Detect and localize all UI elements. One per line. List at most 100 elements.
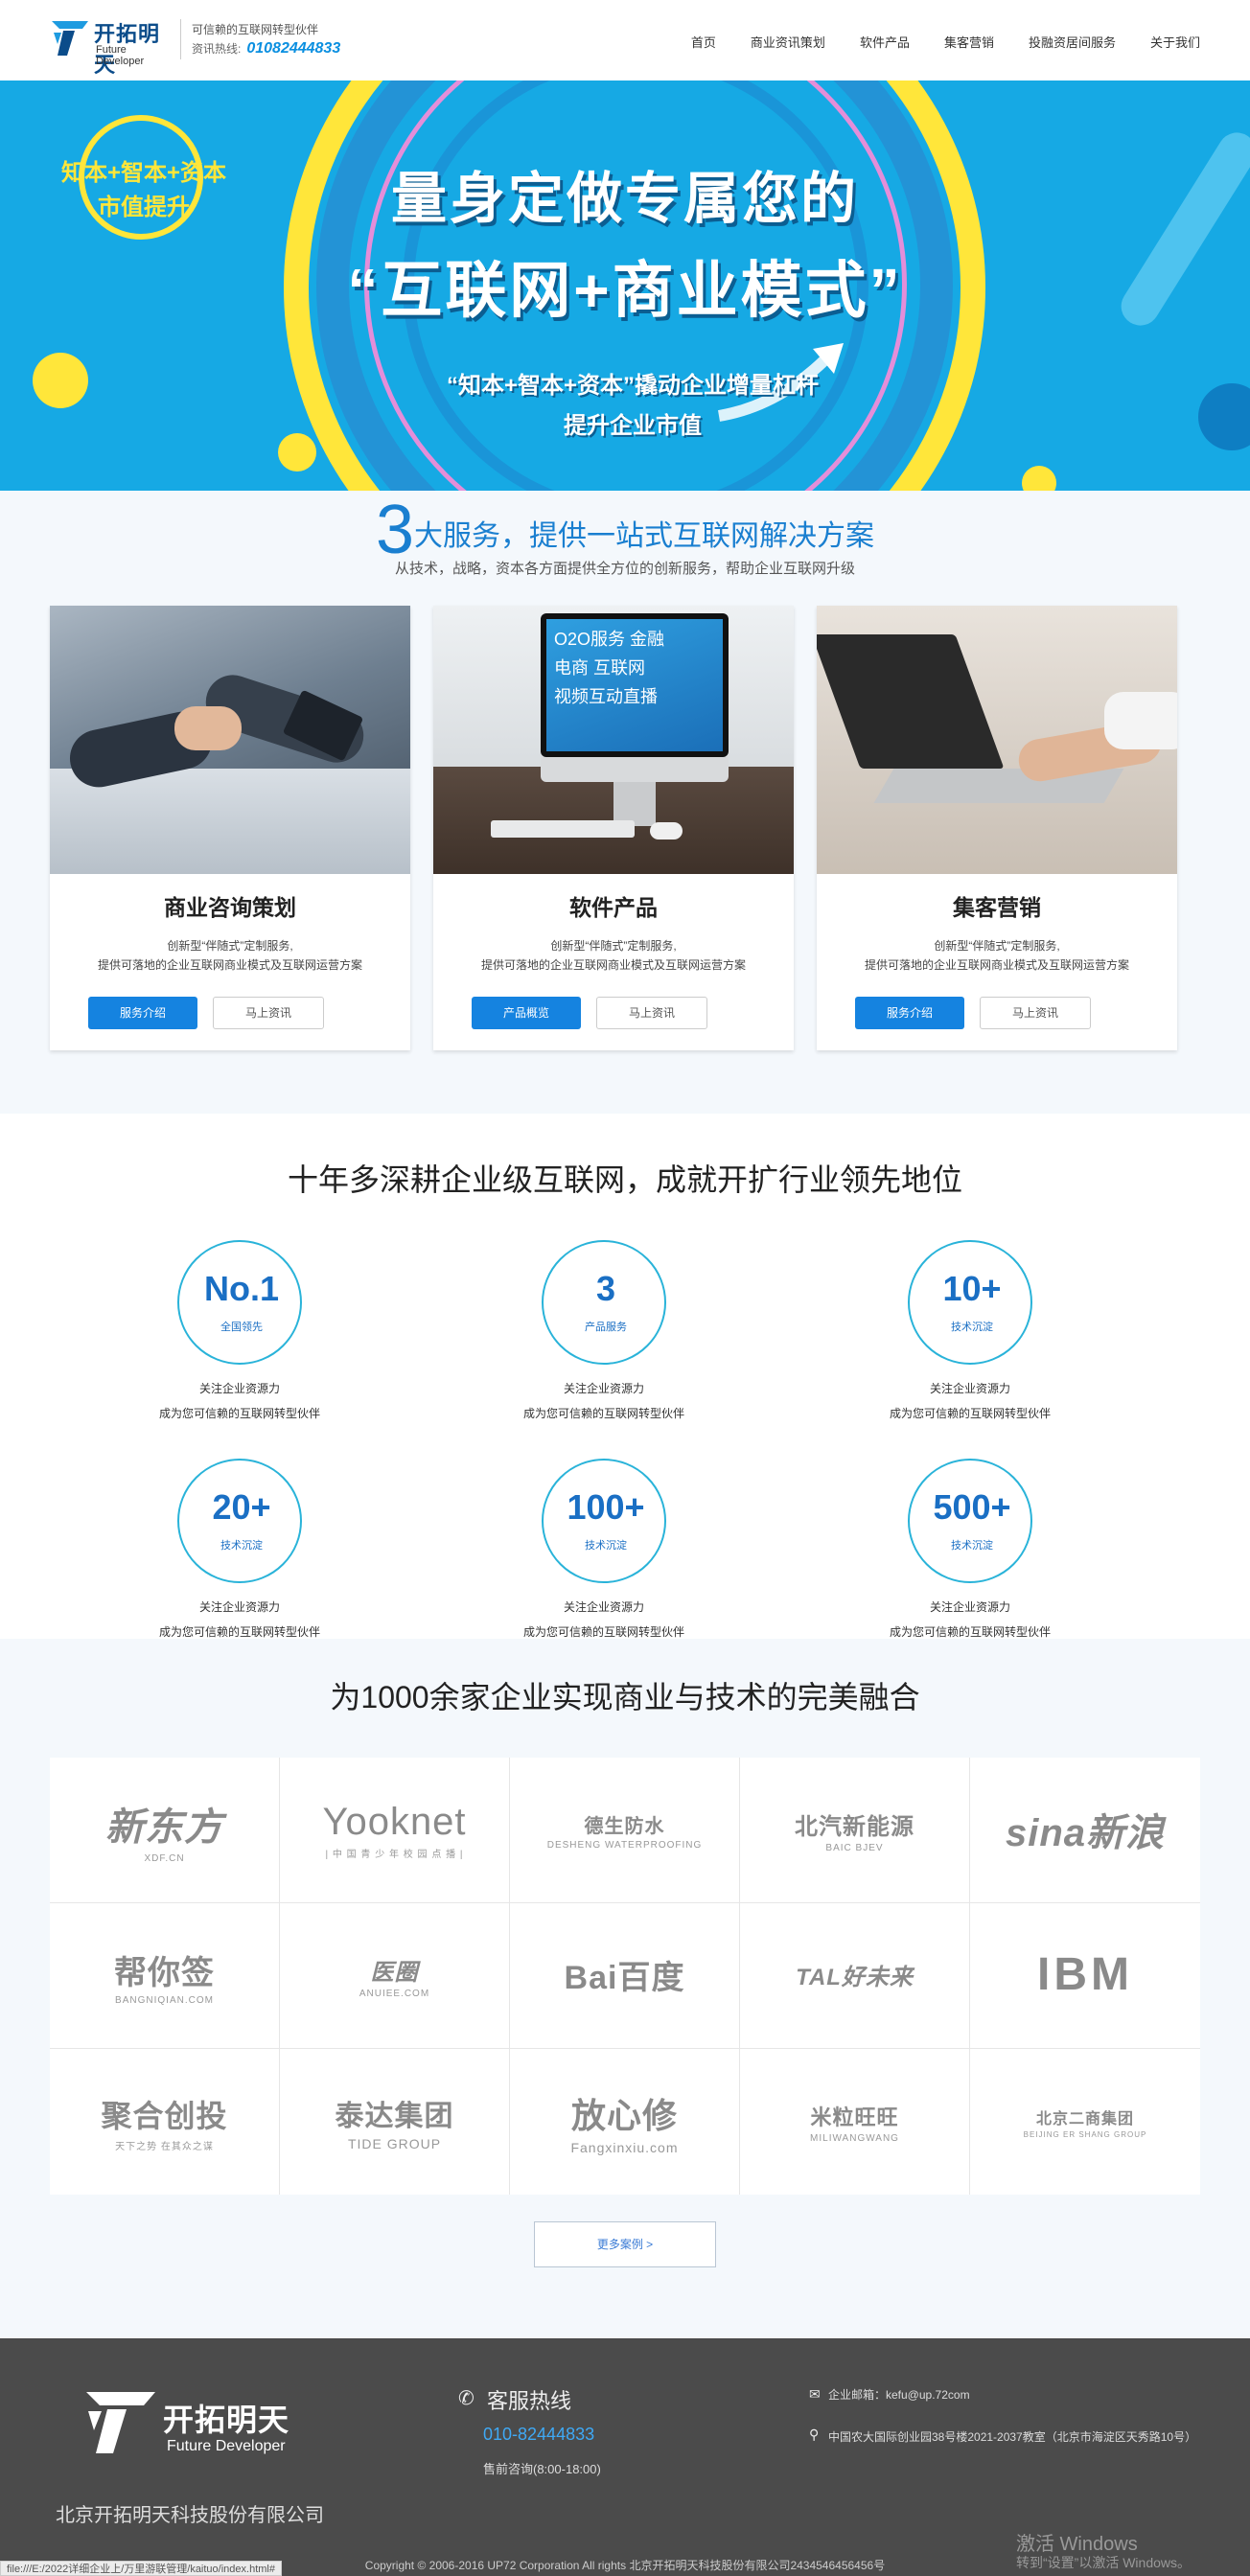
screen-line2: 电商 互联网	[554, 658, 646, 678]
stat-label: 全国领先	[220, 1322, 263, 1333]
logo-sub: DESHENG WATERPROOFING	[546, 1839, 703, 1851]
nav-about[interactable]: 关于我们	[1150, 33, 1200, 51]
footer-address: 中国农大国际创业园38号楼2021-2037教室（北京市海淀区天秀路10号）	[828, 2430, 1197, 2444]
footer-email[interactable]: 企业邮箱：kefu@up.72com	[828, 2386, 970, 2403]
logo-main: 聚合创投	[101, 2098, 228, 2133]
windows-activation-title: 激活 Windows	[1016, 2534, 1138, 2555]
clients-section: 为1000余家企业实现商业与技术的完美融合 新东方 XDF.CN Yooknet |…	[0, 1639, 1250, 2338]
stat-desc-line2: 成为您可信赖的互联网转型伙伴	[889, 1407, 1051, 1420]
tagline: 可信赖的互联网转型伙伴	[192, 23, 319, 36]
logo-main: IBM	[1037, 1949, 1133, 2000]
client-logo-tide[interactable]: 泰达集团 TIDE GROUP	[280, 2049, 510, 2195]
stat-label: 技术沉淀	[585, 1540, 627, 1552]
nav-financing[interactable]: 投融资居间服务	[1029, 33, 1116, 51]
footer-hotline-label: 客服热线	[487, 2389, 572, 2413]
client-logo-ibm[interactable]: IBM	[970, 1903, 1200, 2049]
banner-dot-yellow-small	[278, 433, 316, 472]
client-logo-baidu[interactable]: Bai百度	[510, 1903, 740, 2049]
hotline: 资讯热线: 01082444833	[192, 40, 340, 58]
card-title: 软件产品	[569, 895, 658, 920]
stat-item: 3 产品服务 关注企业资源力 成为您可信赖的互联网转型伙伴	[429, 1240, 775, 1432]
image-hands	[174, 706, 242, 750]
client-logo-xdf[interactable]: 新东方 XDF.CN	[50, 1758, 280, 1903]
stat-desc-line2: 成为您可信赖的互联网转型伙伴	[522, 1407, 684, 1420]
client-logo-baic[interactable]: 北汽新能源 BAIC BJEV	[740, 1758, 970, 1903]
logo-sub: ANUIEE.COM	[359, 1988, 430, 1999]
stat-item: 20+ 技术沉淀 关注企业资源力 成为您可信赖的互联网转型伙伴	[65, 1459, 410, 1650]
hotline-number: 01082444833	[246, 40, 341, 57]
nav-home[interactable]: 首页	[691, 33, 716, 51]
laptop-screen	[817, 634, 1005, 769]
logo-main: 德生防水	[584, 1815, 665, 1837]
client-logo-tal[interactable]: TAL好未来	[740, 1903, 970, 2049]
card-title: 集客营销	[953, 895, 1041, 920]
nav-marketing[interactable]: 集客营销	[944, 33, 994, 51]
logo-main: Yooknet	[322, 1800, 467, 1843]
logo-main: 医圈	[370, 1959, 419, 1986]
stat-number: 10+	[942, 1269, 1002, 1308]
consult-now-button[interactable]: 马上资讯	[213, 997, 324, 1029]
banner-subline2: 提升企业市值	[564, 413, 702, 439]
stats-section: 十年多深耕企业级互联网，成就开扩行业领先地位 No.1 全国领先 关注企业资源力…	[0, 1114, 1250, 1639]
stat-number: 20+	[212, 1487, 271, 1527]
client-logo-miliwangwang[interactable]: 米粒旺旺 MILIWANGWANG	[740, 2049, 970, 2195]
keyboard	[491, 820, 635, 838]
client-logo-fangxinxiu[interactable]: 放心修 Fangxinxiu.com	[510, 2049, 740, 2195]
logo-main: TAL好未来	[796, 1965, 914, 1990]
consult-now-button[interactable]: 马上资讯	[980, 997, 1091, 1029]
location-icon: ⚲	[809, 2426, 820, 2442]
laptop-image	[817, 606, 1177, 874]
hotline-label: 资讯热线:	[192, 42, 242, 56]
card-desc-line1: 创新型“伴随式”定制服务,	[550, 939, 677, 953]
client-logo-juhe[interactable]: 聚合创投 天下之势 在其众之谋	[50, 2049, 280, 2195]
services-title-number: 3	[375, 492, 415, 568]
more-cases-button[interactable]: 更多案例 >	[534, 2221, 716, 2267]
mouse	[650, 822, 683, 840]
nav-business-consulting[interactable]: 商业资讯策划	[751, 33, 825, 51]
nav-software[interactable]: 软件产品	[860, 33, 910, 51]
stat-desc-line1: 关注企业资源力	[198, 1600, 280, 1614]
logo[interactable]: 开拓明天 Future Developer	[50, 13, 174, 77]
card-desc-line2: 提供可落地的企业互联网商业模式及互联网运营方案	[480, 958, 746, 972]
client-logo-ershang[interactable]: 北京二商集团 BEIJING ER SHANG GROUP	[970, 2049, 1200, 2195]
stat-desc-line2: 成为您可信赖的互联网转型伙伴	[522, 1625, 684, 1639]
logo-divider	[180, 19, 181, 59]
phone-icon: ✆	[458, 2388, 475, 2409]
footer-logo-subtext: Future Developer	[167, 2438, 286, 2454]
banner-dot-right	[1022, 466, 1056, 491]
client-logo-yooknet[interactable]: Yooknet | 中 国 青 少 年 校 园 点 播 |	[280, 1758, 510, 1903]
product-overview-button[interactable]: 产品概览	[472, 997, 581, 1029]
logo-main: 北汽新能源	[795, 1813, 914, 1840]
stat-item: 10+ 技术沉淀 关注企业资源力 成为您可信赖的互联网转型伙伴	[796, 1240, 1141, 1432]
stat-desc-line2: 成为您可信赖的互联网转型伙伴	[158, 1407, 320, 1420]
clients-title: 为1000余家企业实现商业与技术的完美融合	[330, 1680, 920, 1714]
sleeve	[1104, 692, 1177, 749]
service-intro-button[interactable]: 服务介绍	[855, 997, 964, 1029]
handshake-image	[50, 606, 410, 874]
stat-item: 500+ 技术沉淀 关注企业资源力 成为您可信赖的互联网转型伙伴	[796, 1459, 1141, 1650]
client-logo-yiquan[interactable]: 医圈 ANUIEE.COM	[280, 1903, 510, 2049]
stat-desc-line1: 关注企业资源力	[929, 1600, 1010, 1614]
logo-sub: BEIJING ER SHANG GROUP	[1023, 2129, 1147, 2139]
hero-banner[interactable]: 知本+智本+资本 市值提升 量身定做专属您的 “互联网+商业模式” “知本+智本…	[0, 80, 1250, 491]
banner-dot-right-blue	[1198, 383, 1250, 450]
footer-hotline-number[interactable]: 010-82444833	[483, 2425, 594, 2445]
consult-now-button[interactable]: 马上资讯	[596, 997, 707, 1029]
stat-desc-line2: 成为您可信赖的互联网转型伙伴	[158, 1625, 320, 1639]
client-logo-grid: 新东方 XDF.CN Yooknet | 中 国 青 少 年 校 园 点 播 | 德…	[50, 1758, 1200, 2195]
banner-subline1: “知本+智本+资本”撬动企业增量杠杆	[446, 373, 820, 399]
stat-circle: 3 产品服务	[542, 1240, 666, 1365]
services-title-text: 大服务，提供一站式互联网解决方案	[414, 520, 875, 552]
logo-main: 米粒旺旺	[810, 2104, 899, 2129]
client-logo-desheng[interactable]: 德生防水 DESHENG WATERPROOFING	[510, 1758, 740, 1903]
client-logo-sina[interactable]: sina新浪	[970, 1758, 1200, 1903]
stat-desc-line1: 关注企业资源力	[198, 1382, 280, 1395]
logo-main: 北京二商集团	[1035, 2110, 1134, 2128]
service-intro-button[interactable]: 服务介绍	[88, 997, 197, 1029]
screen-line1: O2O服务 金融	[554, 630, 665, 649]
stat-label: 技术沉淀	[951, 1540, 993, 1552]
stat-circle: 500+ 技术沉淀	[908, 1459, 1032, 1583]
client-logo-bangniqian[interactable]: 帮你签 BANGNIQIAN.COM	[50, 1903, 280, 2049]
logo-main: sina新浪	[1005, 1811, 1166, 1854]
stat-label: 产品服务	[585, 1322, 627, 1333]
